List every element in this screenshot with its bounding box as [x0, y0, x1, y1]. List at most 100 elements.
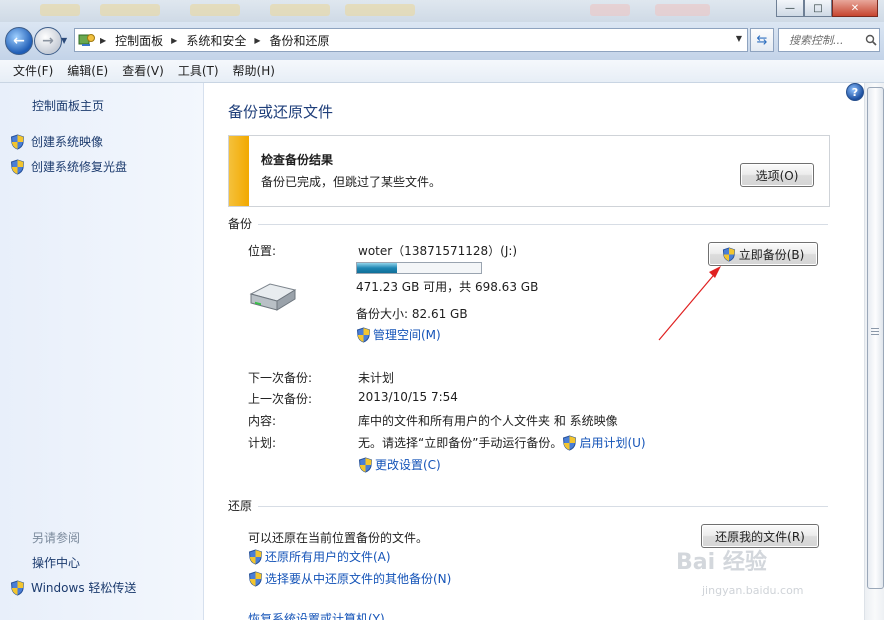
address-dropdown-icon[interactable]: ▼ [736, 34, 742, 43]
backup-size: 备份大小: 82.61 GB [356, 307, 468, 321]
menu-help[interactable]: 帮助(H) [226, 60, 282, 82]
change-settings-link[interactable]: 更改设置(C) [358, 456, 441, 473]
location-label: 位置: [248, 244, 277, 258]
sidebar-link-control-panel-home[interactable]: 控制面板主页 [32, 97, 104, 114]
blurred-tab [345, 4, 415, 16]
shield-icon [10, 579, 25, 596]
section-divider [258, 224, 828, 225]
shield-icon [10, 133, 25, 150]
schedule-label: 计划: [248, 436, 277, 450]
sidebar-link-action-center[interactable]: 操作中心 [32, 554, 80, 571]
alert-accent-bar [229, 136, 249, 206]
close-button[interactable]: ✕ [832, 0, 878, 17]
blurred-tab [100, 4, 160, 16]
alert-message: 备份已完成，但跳过了某些文件。 [261, 175, 442, 189]
recover-system-settings-label: 恢复系统设置或计算机(Y) [248, 612, 385, 620]
chevron-right-icon[interactable]: ▶ [254, 36, 260, 45]
shield-icon [358, 456, 373, 473]
options-button[interactable]: 选项(O) [740, 163, 814, 187]
sidebar: 控制面板主页 创建系统映像 创建系统修复光盘 另请参阅 操作中心 Windows… [0, 83, 204, 620]
next-backup-label: 下一次备份: [248, 371, 313, 385]
refresh-icon: ⇆ [756, 32, 768, 48]
see-also-heading: 另请参阅 [32, 531, 81, 545]
blurred-tab [190, 4, 240, 16]
select-other-backup-label: 选择要从中还原文件的其他备份(N) [265, 572, 452, 586]
blurred-tab [590, 4, 630, 16]
contents-value: 库中的文件和所有用户的个人文件夹 和 系统映像 [358, 414, 618, 428]
watermark-url: jingyan.baidu.com [702, 584, 804, 597]
breadcrumb-backup-restore[interactable]: 备份和还原 [270, 32, 330, 49]
help-icon[interactable]: ? [846, 83, 864, 101]
restore-all-users-label: 还原所有用户的文件(A) [265, 550, 391, 564]
menu-tools[interactable]: 工具(T) [171, 60, 226, 82]
chevron-right-icon[interactable]: ▶ [171, 36, 177, 45]
control-panel-icon [78, 32, 96, 48]
scrollbar-thumb[interactable] [867, 87, 884, 589]
enable-schedule-link[interactable]: 启用计划(U) [562, 434, 646, 451]
navigation-bar: ← → ▼ ▶ 控制面板 ▶ 系统和安全 ▶ 备份和还原 ▼ ⇆ [0, 22, 884, 61]
menu-edit[interactable]: 编辑(E) [60, 60, 115, 82]
menu-bar: 文件(F) 编辑(E) 查看(V) 工具(T) 帮助(H) [0, 60, 884, 83]
sidebar-link-label: 创建系统映像 [31, 135, 104, 149]
watermark-logo-text: Bai 经验 [676, 550, 767, 575]
maximize-button[interactable]: □ [804, 0, 832, 17]
last-backup-value: 2013/10/15 7:54 [358, 390, 458, 404]
taskbar-strip: — □ ✕ [0, 0, 884, 22]
blurred-tab [270, 4, 330, 16]
refresh-button[interactable]: ⇆ [750, 28, 774, 52]
shield-icon [248, 548, 263, 565]
manage-space-link[interactable]: 管理空间(M) [356, 326, 441, 343]
location-value: woter（13871571128）(J:) [358, 244, 518, 258]
sidebar-link-create-repair-disc[interactable]: 创建系统修复光盘 [10, 158, 127, 175]
schedule-value: 无。请选择“立即备份”手动运行备份。 [358, 436, 563, 450]
shield-icon [356, 326, 371, 343]
search-input[interactable] [787, 32, 863, 48]
hard-drive-icon [249, 283, 297, 311]
breadcrumb-system-security[interactable]: 系统和安全 [186, 32, 246, 49]
forward-button[interactable]: → [34, 27, 62, 55]
next-backup-value: 未计划 [358, 371, 395, 385]
manage-space-label: 管理空间(M) [373, 328, 441, 342]
back-button[interactable]: ← [5, 27, 33, 55]
backup-now-button[interactable]: 立即备份(B) [708, 242, 818, 266]
backup-section-heading: 备份 [228, 217, 253, 231]
disk-usage-fill [357, 263, 398, 273]
window-controls: — □ ✕ [776, 0, 878, 17]
backup-result-alert: 检查备份结果 备份已完成，但跳过了某些文件。 选项(O) [228, 135, 830, 207]
search-icon[interactable] [865, 34, 877, 46]
vertical-scrollbar[interactable] [864, 83, 884, 620]
restore-description: 可以还原在当前位置备份的文件。 [248, 531, 429, 545]
search-box[interactable] [778, 28, 880, 52]
menu-file[interactable]: 文件(F) [6, 60, 60, 82]
alert-title: 检查备份结果 [261, 153, 334, 167]
sidebar-link-easy-transfer[interactable]: Windows 轻松传送 [10, 579, 136, 596]
minimize-button[interactable]: — [776, 0, 804, 17]
recent-pages-dropdown[interactable]: ▼ [61, 36, 67, 45]
restore-all-users-link[interactable]: 还原所有用户的文件(A) [248, 548, 391, 565]
section-divider [258, 506, 828, 507]
arrow-right-icon: → [42, 33, 54, 49]
menu-view[interactable]: 查看(V) [115, 60, 171, 82]
recover-system-settings-link[interactable]: 恢复系统设置或计算机(Y) [248, 610, 385, 620]
shield-icon [248, 570, 263, 587]
shield-icon [563, 434, 577, 451]
disk-usage-bar [356, 262, 482, 274]
shield-icon [722, 246, 735, 262]
address-bar[interactable]: ▶ 控制面板 ▶ 系统和安全 ▶ 备份和还原 ▼ [74, 28, 748, 52]
breadcrumb: ▶ 控制面板 ▶ 系统和安全 ▶ 备份和还原 [100, 32, 330, 49]
scrollbar-grip [871, 328, 879, 336]
page-title: 备份或还原文件 [228, 103, 334, 121]
blurred-tab [655, 4, 710, 16]
breadcrumb-control-panel[interactable]: 控制面板 [115, 32, 163, 49]
baidu-watermark-logo: Bai 经验 [676, 544, 767, 576]
select-other-backup-link[interactable]: 选择要从中还原文件的其他备份(N) [248, 570, 451, 587]
chevron-right-icon[interactable]: ▶ [100, 36, 106, 45]
sidebar-link-label: 创建系统修复光盘 [31, 160, 128, 174]
backup-now-label: 立即备份(B) [738, 247, 805, 262]
sidebar-link-label: Windows 轻松传送 [31, 581, 137, 595]
sidebar-link-create-system-image[interactable]: 创建系统映像 [10, 133, 103, 150]
blurred-tab [40, 4, 80, 16]
change-settings-label: 更改设置(C) [375, 458, 441, 472]
schedule-value-row: 无。请选择“立即备份”手动运行备份。 启用计划(U) [358, 434, 646, 451]
last-backup-label: 上一次备份: [248, 392, 313, 406]
